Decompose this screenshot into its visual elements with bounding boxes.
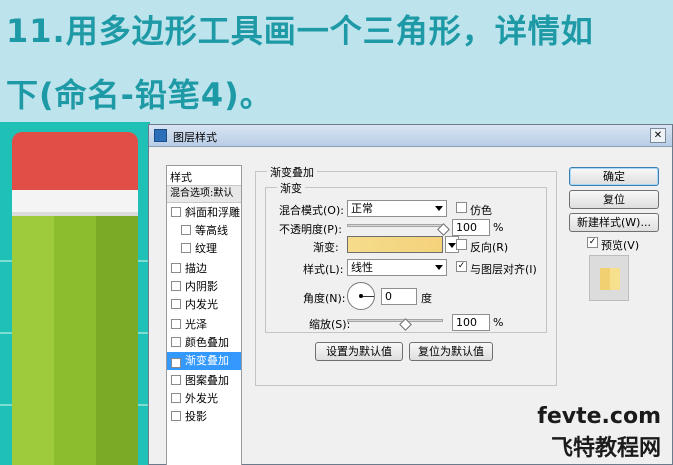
blending-options-item[interactable]: 混合选项:默认 <box>167 185 241 203</box>
align-with-layer-label: 与图层对齐(I) <box>470 263 537 276</box>
style-checkbox[interactable] <box>171 393 181 403</box>
close-icon[interactable]: ✕ <box>650 128 666 143</box>
preview-label: 预览(V) <box>601 239 640 252</box>
angle-center <box>359 294 363 298</box>
reset-to-default-button[interactable]: 复位为默认值 <box>409 342 493 361</box>
blend-mode-select[interactable]: 正常 <box>347 200 447 217</box>
style-item-drop-shadow[interactable]: 投影 <box>167 408 241 426</box>
styles-header[interactable]: 样式 <box>170 169 192 185</box>
watermark-site-name: 飞特教程网 <box>550 436 661 461</box>
opacity-slider-track[interactable] <box>347 224 443 227</box>
preview-swatch <box>600 268 620 290</box>
gradient-subgroup-label: 渐变 <box>277 180 305 196</box>
gradient-overlay-group-label: 渐变叠加 <box>267 164 317 180</box>
style-item-pattern-overlay[interactable]: 图案叠加 <box>167 372 241 390</box>
new-style-button[interactable]: 新建样式(W)... <box>569 213 659 232</box>
scale-percent: % <box>493 316 504 329</box>
angle-dial[interactable] <box>347 282 375 310</box>
style-checkbox[interactable] <box>171 299 181 309</box>
photoshop-app-icon <box>154 129 167 142</box>
pencil-artwork <box>0 122 150 465</box>
pencil-body-right <box>96 216 138 465</box>
opacity-label: 不透明度(P): <box>279 223 342 236</box>
style-item-contour[interactable]: 等高线 <box>167 222 241 240</box>
style-item-stroke[interactable]: 描边 <box>167 260 241 278</box>
gradient-style-select[interactable]: 线性 <box>347 259 447 276</box>
tutorial-step-title-line-1: 11.用多边形工具画一个三角形，详情如 <box>6 12 594 50</box>
pencil-ferrule <box>12 190 138 212</box>
style-checkbox[interactable] <box>181 225 191 235</box>
styles-list: 样式 混合选项:默认 斜面和浮雕 等高线 纹理 描边 内阴影 内发光 光泽 颜色… <box>166 165 242 465</box>
make-default-button[interactable]: 设置为默认值 <box>315 342 403 361</box>
gradient-label: 渐变: <box>313 241 339 254</box>
chevron-down-icon <box>448 243 456 248</box>
reset-button[interactable]: 复位 <box>569 190 659 209</box>
style-checkbox[interactable] <box>171 207 181 217</box>
style-checkbox[interactable] <box>171 337 181 347</box>
opacity-percent: % <box>493 221 504 234</box>
style-preview-thumbnail <box>589 255 629 301</box>
style-item-color-overlay[interactable]: 颜色叠加 <box>167 334 241 352</box>
reverse-checkbox[interactable] <box>456 239 467 250</box>
style-checkbox-checked[interactable]: ✓ <box>171 358 181 368</box>
style-item-inner-glow[interactable]: 内发光 <box>167 296 241 314</box>
style-item-satin[interactable]: 光泽 <box>167 316 241 334</box>
watermark-domain: fevte.com <box>537 404 661 429</box>
pencil-shape <box>12 132 138 465</box>
scale-slider-track[interactable] <box>347 319 443 322</box>
style-item-inner-shadow[interactable]: 内阴影 <box>167 278 241 296</box>
style-checkbox[interactable] <box>171 411 181 421</box>
style-item-gradient-overlay[interactable]: ✓ 渐变叠加 <box>167 352 241 370</box>
angle-degree-unit: 度 <box>421 292 432 305</box>
pencil-eraser <box>12 132 138 190</box>
gradient-swatch[interactable] <box>347 236 443 253</box>
dither-checkbox[interactable] <box>456 202 467 213</box>
style-label: 样式(L): <box>303 263 344 276</box>
reverse-label: 反向(R) <box>470 241 509 254</box>
chevron-down-icon <box>435 265 443 270</box>
opacity-input[interactable]: 100 <box>452 219 490 236</box>
style-checkbox[interactable] <box>181 243 191 253</box>
scale-label: 缩放(S): <box>309 318 351 331</box>
style-item-texture[interactable]: 纹理 <box>167 240 241 258</box>
dialog-titlebar[interactable]: 图层样式 ✕ <box>149 125 672 147</box>
angle-input[interactable]: 0 <box>381 288 417 305</box>
style-item-outer-glow[interactable]: 外发光 <box>167 390 241 408</box>
dialog-title: 图层样式 <box>173 131 217 144</box>
align-with-layer-checkbox[interactable]: ✓ <box>456 261 467 272</box>
ok-button[interactable]: 确定 <box>569 167 659 186</box>
style-item-bevel-emboss[interactable]: 斜面和浮雕 <box>167 204 241 222</box>
style-checkbox[interactable] <box>171 375 181 385</box>
pencil-body-left <box>12 216 54 465</box>
style-checkbox[interactable] <box>171 281 181 291</box>
dither-label: 仿色 <box>470 204 492 217</box>
tutorial-step-title-line-2: 下(命名-铅笔4)。 <box>6 76 273 114</box>
blend-mode-label: 混合模式(O): <box>279 204 344 217</box>
style-checkbox[interactable] <box>171 263 181 273</box>
style-checkbox[interactable] <box>171 319 181 329</box>
preview-checkbox[interactable]: ✓ <box>587 237 598 248</box>
pencil-body-middle <box>54 216 96 465</box>
scale-input[interactable]: 100 <box>452 314 490 331</box>
chevron-down-icon <box>435 206 443 211</box>
angle-label: 角度(N): <box>303 292 346 305</box>
